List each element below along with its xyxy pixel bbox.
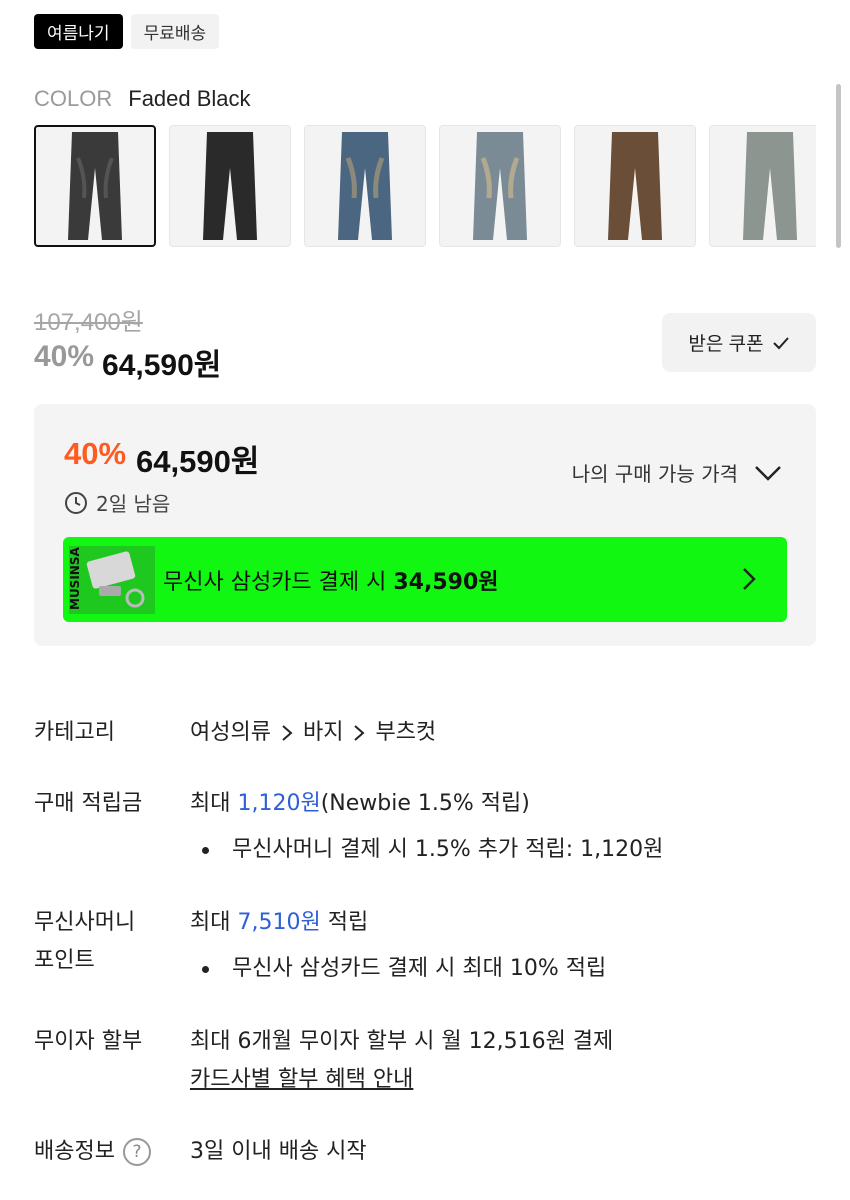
shipping-label: 배송정보? (34, 1133, 184, 1171)
card-image: MUSINSA (67, 545, 157, 615)
breadcrumb-item[interactable]: 부츠컷 (375, 714, 436, 752)
sale-amount: 64,590원 (102, 349, 222, 382)
time-left-text: 2일 남음 (96, 492, 171, 516)
shipping-text: 3일 이내 배송 시작 (190, 1139, 367, 1164)
thumb-brown[interactable] (574, 125, 696, 247)
tag-list: 여름나기 무료배송 (34, 14, 220, 49)
box-discount-rate: 40% (64, 436, 127, 471)
box-sale-amount: 64,590원 (136, 444, 260, 479)
thumb-black[interactable] (169, 125, 291, 247)
money-amount: 7,510원 (237, 910, 321, 935)
money-label-line1: 무신사머니 (34, 910, 136, 935)
installment-link[interactable]: 카드사별 할부 혜택 안내 (190, 1061, 810, 1099)
coupon-button-label: 받은 쿠폰 (688, 334, 764, 355)
my-price-toggle[interactable]: 나의 구매 가능 가격 (572, 458, 782, 487)
box-sale-price: 40% 64,590원 (64, 436, 259, 481)
card-promo-banner[interactable]: MUSINSA 무신사 삼성카드 결제 시 34,590원 (63, 537, 787, 622)
card-promo-label: 무신사 삼성카드 결제 시 (163, 569, 387, 595)
musinsa-card-icon: MUSINSA (69, 545, 155, 614)
card-promo-text: 무신사 삼성카드 결제 시 34,590원 (163, 564, 499, 596)
money-prefix: 최대 (190, 910, 231, 935)
points-prefix: 최대 (190, 791, 231, 816)
price-box: 40% 64,590원 2일 남음 나의 구매 가능 가격 MUSINSA 무신… (34, 404, 816, 646)
money-body: 최대 7,510원 적립 무신사 삼성카드 결제 시 최대 10% 적립 (190, 904, 810, 988)
money-label-line2: 포인트 (34, 948, 95, 973)
chevron-down-icon (755, 465, 781, 481)
sale-price: 40% 64,590원 (34, 340, 221, 384)
color-label: COLOR (34, 86, 113, 111)
my-price-label: 나의 구매 가능 가격 (571, 462, 738, 486)
points-suffix: (Newbie 1.5% 적립) (320, 791, 530, 816)
points-bullet: 무신사머니 결제 시 1.5% 추가 적립: 1,120원 (190, 831, 810, 869)
thumb-light-blue[interactable] (439, 125, 561, 247)
jeans-icon (473, 132, 527, 240)
category-label: 카테고리 (34, 720, 115, 745)
clock-icon (65, 491, 87, 514)
installment-label: 무이자 할부 (34, 1029, 143, 1054)
installment-body: 최대 6개월 무이자 할부 시 월 12,516원 결제 카드사별 할부 혜택 … (190, 1023, 810, 1099)
color-selector-label: COLOR Faded Black (34, 86, 251, 112)
jeans-icon (743, 132, 797, 240)
time-left: 2일 남음 (64, 488, 170, 517)
color-value: Faded Black (128, 86, 251, 111)
thumb-faded-black[interactable] (34, 125, 156, 247)
breadcrumb-item[interactable]: 여성의류 (190, 714, 271, 752)
money-suffix: 적립 (327, 910, 369, 935)
thumb-blue[interactable] (304, 125, 426, 247)
points-amount: 1,120원 (237, 791, 321, 816)
jeans-icon (338, 132, 392, 240)
discount-rate: 40% (34, 340, 95, 373)
tag-free-shipping[interactable]: 무료배송 (130, 14, 220, 49)
help-icon[interactable]: ? (122, 1138, 151, 1166)
chevron-right-icon (282, 725, 293, 741)
tag-summer[interactable]: 여름나기 (34, 14, 123, 49)
points-label: 구매 적립금 (34, 791, 143, 816)
coupon-button[interactable]: 받은 쿠폰 (662, 313, 816, 372)
check-icon (772, 336, 789, 349)
color-thumbnails (34, 125, 816, 249)
scrollbar[interactable] (836, 84, 841, 248)
shipping-label-text: 배송정보 (34, 1139, 115, 1164)
jeans-icon (203, 132, 257, 240)
jeans-icon (68, 132, 122, 240)
money-label: 무신사머니 포인트 (34, 904, 184, 980)
money-bullet: 무신사 삼성카드 결제 시 최대 10% 적립 (190, 950, 810, 988)
thumb-grey[interactable] (709, 125, 816, 247)
card-promo-price: 34,590원 (393, 569, 499, 595)
chevron-right-icon (743, 568, 756, 590)
breadcrumb: 여성의류 바지 부츠컷 (190, 714, 810, 752)
points-body: 최대 1,120원(Newbie 1.5% 적립) 무신사머니 결제 시 1.5… (190, 785, 810, 869)
installment-text: 최대 6개월 무이자 할부 시 월 12,516원 결제 (190, 1029, 614, 1054)
jeans-icon (608, 132, 662, 240)
breadcrumb-item[interactable]: 바지 (303, 714, 343, 752)
original-price: 107,400원 (34, 309, 143, 336)
chevron-right-icon (354, 725, 365, 741)
svg-text:MUSINSA: MUSINSA (69, 546, 82, 609)
